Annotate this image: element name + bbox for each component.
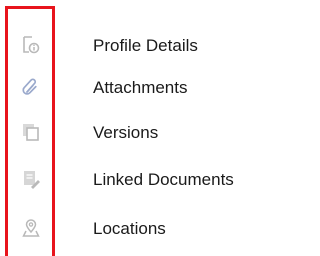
linked-document-icon bbox=[20, 168, 42, 190]
nav-item-attachments[interactable]: Attachments bbox=[0, 68, 293, 106]
profile-info-icon bbox=[20, 34, 42, 56]
nav-item-label: Locations bbox=[93, 219, 166, 238]
nav-item-linked-documents[interactable]: Linked Documents bbox=[0, 160, 293, 198]
paperclip-icon bbox=[20, 76, 42, 98]
nav-item-label: Versions bbox=[93, 123, 159, 142]
versions-icon bbox=[20, 121, 42, 143]
nav-item-label: Attachments bbox=[93, 78, 188, 97]
nav-item-profile-details[interactable]: Profile Details bbox=[0, 26, 293, 64]
location-pin-icon bbox=[20, 217, 42, 239]
nav-item-locations[interactable]: Locations bbox=[0, 209, 293, 247]
nav-item-versions[interactable]: Versions bbox=[0, 113, 293, 151]
nav-item-label: Linked Documents bbox=[93, 170, 234, 189]
nav-item-label: Profile Details bbox=[93, 36, 198, 55]
